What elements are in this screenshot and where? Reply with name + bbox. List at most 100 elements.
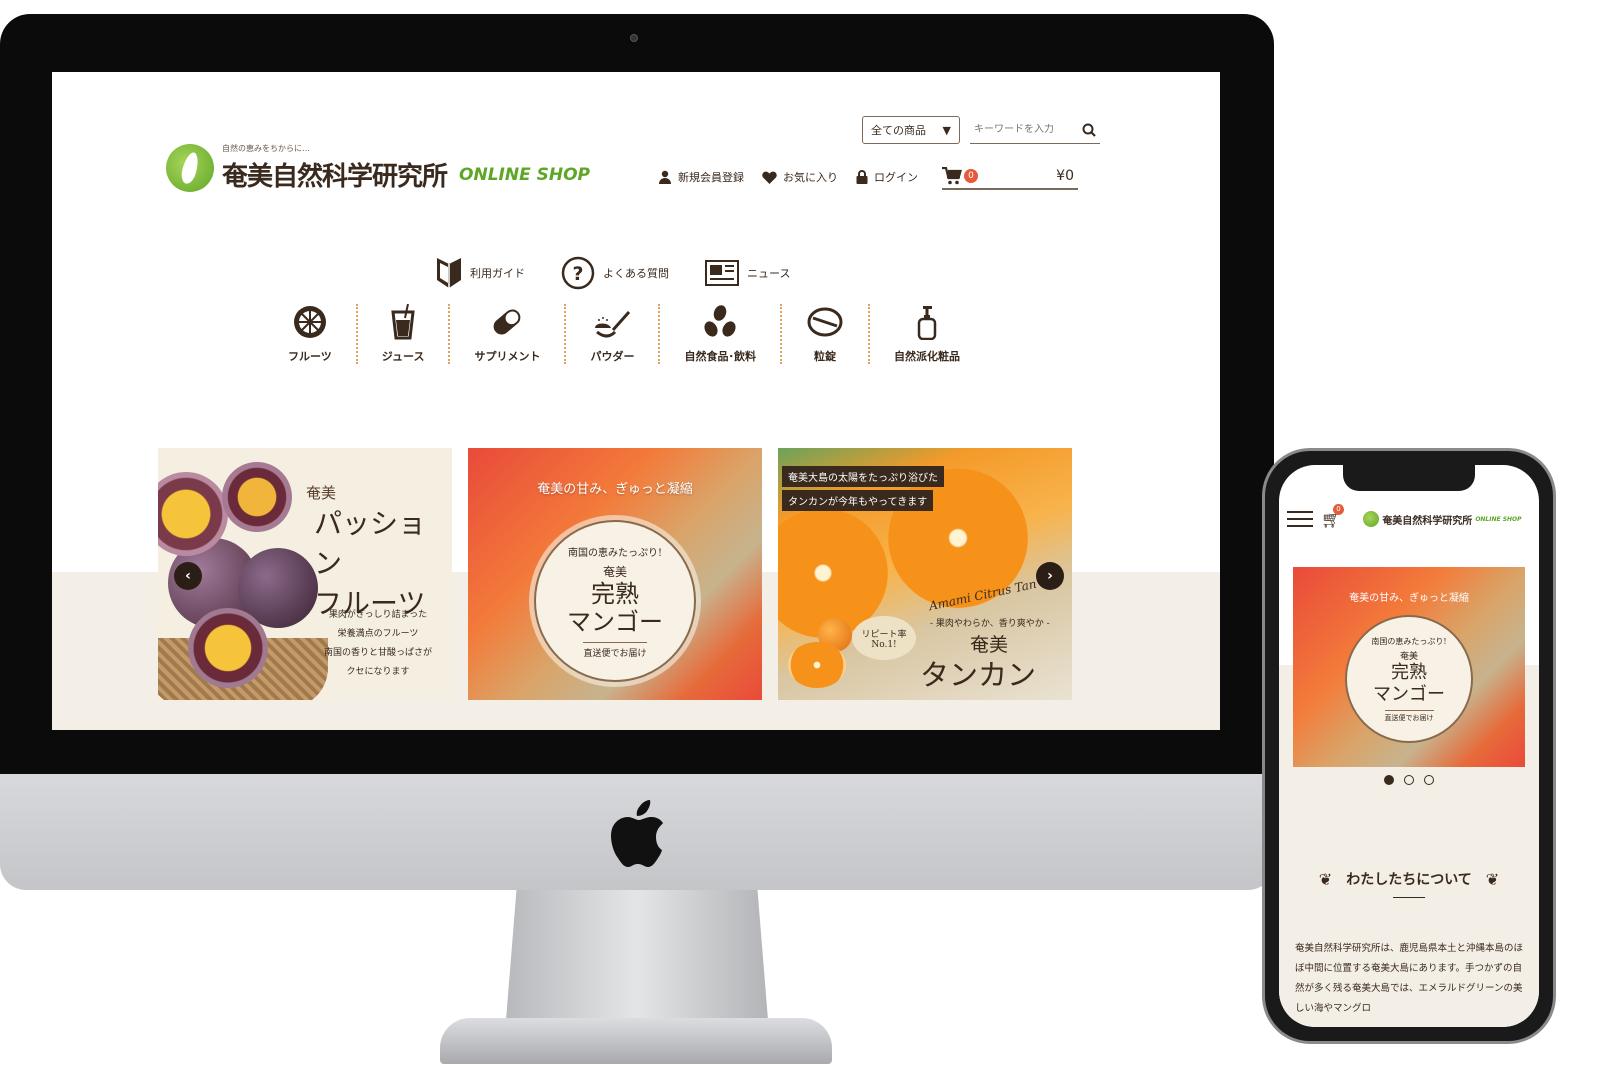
logo-name: 奄美自然科学研究所 <box>1382 515 1473 527</box>
guide-label-faq: よくある質問 <box>603 267 669 280</box>
banner-top-text: 奄美の甘み、ぎゅっと凝縮 <box>537 482 693 497</box>
banner-title-line: マンゴー <box>1373 683 1445 705</box>
search-icon[interactable] <box>1082 123 1096 137</box>
leaf-logo-icon <box>166 144 214 192</box>
desktop-screen: 自然の恵みをちからに… 奄美自然科学研究所 ONLINE SHOP 全ての商品 … <box>52 72 1220 730</box>
category-juice[interactable]: ジュース <box>358 304 451 364</box>
iphone-frame: 🛒︎ 0 奄美自然科学研究所 ONLINE SHOP 奄美の甘み、ぎゅっと凝縮 … <box>1262 448 1556 1044</box>
banner-arc-text: 南国の恵みたっぷり! <box>1371 636 1447 646</box>
slider-dot[interactable] <box>1404 775 1414 785</box>
guide-link-faq[interactable]: ? よくある質問 <box>561 256 669 290</box>
slider-dots <box>1279 775 1539 785</box>
search-box <box>970 116 1100 144</box>
category-label: フルーツ <box>288 350 332 363</box>
logo-tagline: 自然の恵みをちからに… <box>222 144 310 153</box>
newspaper-icon <box>705 260 739 286</box>
category-fruits[interactable]: フルーツ <box>264 304 358 364</box>
imac-chin <box>0 774 1274 890</box>
banner-mango[interactable]: 奄美の甘み、ぎゅっと凝縮 南国の恵みたっぷり! 奄美 完熟 マンゴー 直送便でお… <box>468 448 762 700</box>
banner-title: タンカン <box>920 658 1037 692</box>
pump-bottle-icon <box>917 306 937 340</box>
register-label: 新規会員登録 <box>678 171 744 184</box>
banner-title-line: 完熟 <box>591 579 639 608</box>
chevron-right-icon: › <box>1047 568 1053 584</box>
favorites-label: お気に入り <box>783 171 838 184</box>
guide-nav: 利用ガイド ? よくある質問 ニュース <box>436 256 790 290</box>
hamburger-menu-icon[interactable] <box>1287 511 1313 527</box>
category-supplement[interactable]: サプリメント <box>450 304 567 364</box>
banner-copy-line: 栄養満点のフルーツ <box>337 629 419 639</box>
logo-online-shop: ONLINE SHOP <box>1475 515 1522 523</box>
banner-copy-line: 果肉がぎっしり詰まった <box>328 610 428 620</box>
slider-dot[interactable] <box>1424 775 1434 785</box>
search-input[interactable] <box>974 124 1070 135</box>
cart-total: ¥0 <box>1056 168 1074 184</box>
tablet-icon <box>807 307 843 337</box>
heart-icon <box>762 171 777 184</box>
favorites-link[interactable]: お気に入り <box>762 169 838 185</box>
category-natural-food[interactable]: 自然食品･飲料 <box>660 304 782 364</box>
cart-count-badge: 0 <box>964 169 978 183</box>
laurel-right-icon: ❦ <box>1485 869 1500 889</box>
svg-text:?: ? <box>572 263 583 285</box>
passion-fruit-half-image <box>222 462 292 532</box>
category-select-value: 全ての商品 <box>871 124 926 137</box>
guide-link-news[interactable]: ニュース <box>705 256 790 290</box>
camera-icon <box>630 34 638 42</box>
register-link[interactable]: 新規会員登録 <box>658 169 744 185</box>
banner-title-line: 完熟 <box>1391 661 1427 683</box>
banner-copy: - 果肉やわらか、香り爽やか - <box>930 619 1050 629</box>
mobile-header: 🛒︎ 0 奄美自然科学研究所 ONLINE SHOP <box>1279 499 1539 539</box>
login-label: ログイン <box>874 171 918 184</box>
chevron-left-icon: ‹ <box>185 568 191 584</box>
about-heading: ❦ わたしたちについて ❦ <box>1279 869 1539 889</box>
slider-dot[interactable] <box>1384 775 1394 785</box>
login-link[interactable]: ログイン <box>856 169 918 185</box>
device-mockup-stage: 自然の恵みをちからに… 奄美自然科学研究所 ONLINE SHOP 全ての商品 … <box>0 0 1608 1090</box>
banner-tag: 奄美大島の太陽をたっぷり浴びた <box>782 466 944 487</box>
category-label: パウダー <box>590 350 635 363</box>
banner-arc-text: 南国の恵みたっぷり! <box>567 547 663 559</box>
guide-link-usage[interactable]: 利用ガイド <box>436 256 525 290</box>
mobile-site-logo[interactable]: 奄美自然科学研究所 ONLINE SHOP <box>1363 511 1522 527</box>
banner-tankan[interactable]: 奄美大島の太陽をたっぷり浴びた タンカンが今年もやってきます リピート率 No.… <box>778 448 1072 700</box>
category-nav: フルーツ ジュース サプリメント パウダー 自然食品･飲料 粒錠 自然派化粧品 <box>264 304 984 364</box>
banner-copy-line: 南国の香りと甘酸っぱさが <box>323 648 432 658</box>
category-cosmetics[interactable]: 自然派化粧品 <box>870 304 984 364</box>
about-title: わたしたちについて <box>1346 872 1472 888</box>
user-icon <box>659 170 671 184</box>
mobile-cart-button[interactable]: 🛒︎ 0 <box>1321 503 1344 529</box>
slider-prev-button[interactable]: ‹ <box>174 562 202 590</box>
banner-kicker: 奄美 <box>1399 651 1418 662</box>
category-label: サプリメント <box>474 350 541 363</box>
category-powder[interactable]: パウダー <box>566 304 661 364</box>
category-select[interactable]: 全ての商品 ▼ <box>862 116 960 144</box>
cart-button[interactable]: 0 ¥0 <box>942 164 1078 190</box>
orange-half-image <box>788 642 846 688</box>
slider-next-button[interactable]: › <box>1036 562 1064 590</box>
banner-foot-text: 直送便でお届け <box>583 641 647 659</box>
about-divider <box>1393 897 1425 898</box>
repeat-rate-bubble: リピート率 No.1! <box>852 616 916 660</box>
laurel-left-icon: ❦ <box>1318 869 1333 889</box>
site-logo[interactable]: 自然の恵みをちからに… 奄美自然科学研究所 ONLINE SHOP <box>166 138 590 198</box>
category-tablet[interactable]: 粒錠 <box>782 304 870 364</box>
guide-label-news: ニュース <box>747 267 791 280</box>
about-text: 奄美自然科学研究所は、鹿児島県本土と沖縄本島のほぼ中間に位置する奄美大島にありま… <box>1295 943 1524 1014</box>
mobile-banner-mango[interactable]: 奄美の甘み、ぎゅっと凝縮 南国の恵みたっぷり! 奄美 完熟 マンゴー 直送便でお… <box>1293 567 1525 767</box>
banner-passion-fruit[interactable]: 奄美 パッション フルーツ 果肉がぎっしり詰まった 栄養満点のフルーツ 南国の香… <box>158 448 452 700</box>
beans-icon <box>704 305 736 337</box>
capsule-icon <box>494 309 521 335</box>
triangle-down-icon: ▼ <box>942 123 951 137</box>
banner-foot-text: 直送便でお届け <box>1384 709 1434 723</box>
cart-count-badge: 0 <box>1333 503 1344 515</box>
bubble-line: No.1! <box>871 639 897 650</box>
banner-tag: タンカンが今年もやってきます <box>782 490 934 511</box>
imac-stand-foot <box>440 1018 832 1064</box>
utility-nav: 新規会員登録 お気に入り ログイン <box>658 164 918 190</box>
logo-name: 奄美自然科学研究所 <box>222 162 448 192</box>
lock-icon <box>856 170 868 184</box>
mobile-screen: 🛒︎ 0 奄美自然科学研究所 ONLINE SHOP 奄美の甘み、ぎゅっと凝縮 … <box>1279 465 1539 1027</box>
imac-stand-neck <box>506 890 768 1020</box>
category-label: ジュース <box>381 350 425 363</box>
